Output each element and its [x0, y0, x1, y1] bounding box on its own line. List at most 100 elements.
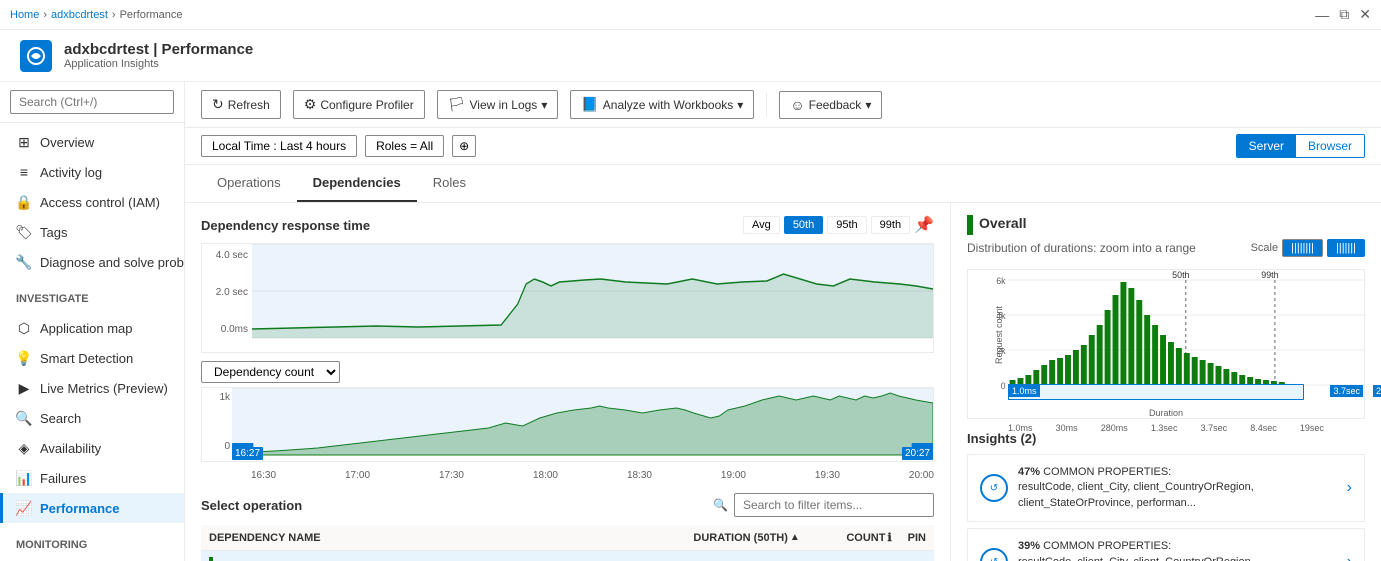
search-input[interactable]: [10, 90, 174, 114]
analyze-workbooks-button[interactable]: 📘 Analyze with Workbooks ▾: [570, 90, 754, 119]
table-header: DEPENDENCY NAME DURATION (50TH) ▲: [201, 525, 934, 551]
right-panel: Overall Distribution of durations: zoom …: [951, 203, 1381, 561]
filter-extra-button[interactable]: ⊕: [452, 135, 476, 157]
time-3: 17:30: [439, 470, 464, 481]
p95-legend-btn[interactable]: 95th: [827, 216, 866, 234]
count-info-icon: ℹ: [887, 531, 891, 544]
insight-item-2[interactable]: ↺ 39% COMMON PROPERTIES: resultCode, cli…: [967, 528, 1365, 561]
feedback-icon: ☺: [790, 97, 804, 113]
breadcrumb-resource[interactable]: adxbcdrtest: [51, 9, 108, 21]
refresh-icon: ↻: [212, 96, 224, 113]
pin-icon[interactable]: 📌: [914, 215, 934, 235]
sidebar-item-tags[interactable]: 🏷 Tags: [0, 217, 184, 247]
sidebar: ⊞ Overview ≡ Activity log 🔒 Access contr…: [0, 82, 185, 561]
content-area: ↻ Refresh ⚙ Configure Profiler 🏳 View in…: [185, 82, 1381, 561]
sidebar-item-search[interactable]: 🔍 Search: [0, 403, 184, 433]
time-6: 19:00: [721, 470, 746, 481]
feedback-dropdown-icon: ▾: [865, 98, 871, 112]
configure-icon: ⚙: [304, 96, 317, 113]
search-container: 🔍: [713, 493, 934, 517]
analyze-dropdown-icon: ▾: [737, 98, 743, 112]
tab-dependencies[interactable]: Dependencies: [297, 165, 417, 202]
sidebar-item-label: Failures: [40, 471, 86, 486]
col-name: DEPENDENCY NAME: [201, 525, 685, 551]
insight-2-chevron: ›: [1347, 553, 1352, 561]
sidebar-investigate-section: ⬡ Application map 💡 Smart Detection ▶ Li…: [0, 309, 184, 527]
sidebar-item-smart-detection[interactable]: 💡 Smart Detection: [0, 343, 184, 373]
sidebar-search-container: [0, 82, 184, 123]
tab-operations[interactable]: Operations: [201, 165, 297, 202]
toolbar-separator: [766, 93, 767, 117]
scale-button[interactable]: ||||||||: [1282, 239, 1323, 257]
sidebar-item-label: Application map: [40, 321, 133, 336]
sidebar-item-diagnose[interactable]: 🔧 Diagnose and solve problems: [0, 247, 184, 277]
sidebar-item-label: Smart Detection: [40, 351, 133, 366]
chart-header: Dependency response time Avg 50th 95th 9…: [201, 215, 934, 235]
logs-btn-icon: 🏳: [448, 96, 466, 113]
browser-toggle[interactable]: Browser: [1296, 135, 1364, 157]
row-count-cell: 60.18k: [838, 551, 899, 561]
sidebar-item-label: Performance: [40, 501, 119, 516]
server-toggle[interactable]: Server: [1237, 135, 1296, 157]
insight-1-icon: ↺: [980, 474, 1008, 502]
left-panel: Dependency response time Avg 50th 95th 9…: [185, 203, 951, 561]
count-y-zero: 0: [204, 441, 230, 452]
table-row[interactable]: Overall 1.22 sec: [201, 551, 934, 561]
time-filter[interactable]: Local Time : Last 4 hours: [201, 135, 357, 157]
sidebar-item-live-metrics[interactable]: ▶ Live Metrics (Preview): [0, 373, 184, 403]
failures-icon: 📊: [16, 470, 32, 486]
operation-search-input[interactable]: [734, 493, 934, 517]
roles-filter[interactable]: Roles = All: [365, 135, 444, 157]
feedback-button[interactable]: ☺ Feedback ▾: [779, 91, 882, 119]
sidebar-item-activity-log[interactable]: ≡ Activity log: [0, 157, 184, 187]
filters-bar: Local Time : Last 4 hours Roles = All ⊕ …: [185, 128, 1381, 165]
y-min-label: 0.0ms: [206, 324, 248, 335]
sidebar-item-overview[interactable]: ⊞ Overview: [0, 127, 184, 157]
insight-item-1[interactable]: ↺ 47% COMMON PROPERTIES: resultCode, cli…: [967, 454, 1365, 522]
sidebar-item-failures[interactable]: 📊 Failures: [0, 463, 184, 493]
diagnose-icon: 🔧: [16, 254, 32, 270]
restore-icon[interactable]: ⧉: [1339, 6, 1349, 23]
close-icon[interactable]: ✕: [1359, 6, 1371, 23]
col-duration[interactable]: DURATION (50TH) ▲: [685, 525, 838, 551]
avg-legend-btn[interactable]: Avg: [743, 216, 780, 234]
sidebar-item-iam[interactable]: 🔒 Access control (IAM): [0, 187, 184, 217]
p50-legend-btn[interactable]: 50th: [784, 216, 823, 234]
dist-x-axis: 1.0ms 30ms 280ms 1.3sec 3.7sec 8.4sec 19…: [968, 423, 1364, 433]
tabs-bar: Operations Dependencies Roles: [185, 165, 1381, 203]
server-browser-toggle: Server Browser: [1236, 134, 1365, 158]
dist-title: Distribution of durations: zoom into a r…: [967, 241, 1196, 255]
time-4: 18:00: [533, 470, 558, 481]
sidebar-item-app-map[interactable]: ⬡ Application map: [0, 313, 184, 343]
dep-count-select[interactable]: Dependency count: [201, 361, 340, 383]
tab-roles[interactable]: Roles: [417, 165, 482, 202]
sidebar-item-label: Overview: [40, 135, 94, 150]
scale-log-button[interactable]: |||||||: [1327, 239, 1365, 257]
sidebar-investigate-header: Investigate: [0, 281, 184, 309]
sidebar-item-performance[interactable]: 📈 Performance: [0, 493, 184, 523]
tags-icon: 🏷: [16, 224, 32, 240]
sidebar-item-label: Diagnose and solve problems: [40, 255, 185, 270]
sidebar-item-availability[interactable]: ◈ Availability: [0, 433, 184, 463]
breadcrumb-home[interactable]: Home: [10, 9, 39, 21]
app-map-icon: ⬡: [16, 320, 32, 336]
overall-title: Overall: [979, 215, 1026, 231]
select-operation-header: Select operation 🔍: [201, 493, 934, 517]
configure-profiler-button[interactable]: ⚙ Configure Profiler: [293, 90, 425, 119]
x-axis-title: Duration: [1149, 408, 1183, 418]
insight-1-text: 47% COMMON PROPERTIES: resultCode, clien…: [1018, 465, 1337, 511]
svg-text:99th: 99th: [1261, 270, 1278, 280]
breadcrumb-sep1: ›: [43, 9, 47, 21]
select-operation-title: Select operation: [201, 498, 302, 513]
insight-2-text: 39% COMMON PROPERTIES: resultCode, clien…: [1018, 539, 1337, 561]
y-axis-title: Request count: [994, 306, 1004, 364]
p99-legend-btn[interactable]: 99th: [871, 216, 910, 234]
view-logs-button[interactable]: 🏳 View in Logs ▾: [437, 90, 559, 119]
overall-indicator: Overall: [967, 215, 1365, 235]
y-max-label: 4.0 sec: [206, 250, 248, 261]
refresh-button[interactable]: ↻ Refresh: [201, 90, 281, 119]
feedback-label: Feedback: [809, 98, 862, 112]
range-selector[interactable]: 1.0ms 3.7sec 26sec: [1008, 384, 1364, 400]
minimize-icon[interactable]: —: [1315, 7, 1329, 23]
range-right-label: 3.7sec: [1330, 385, 1363, 397]
